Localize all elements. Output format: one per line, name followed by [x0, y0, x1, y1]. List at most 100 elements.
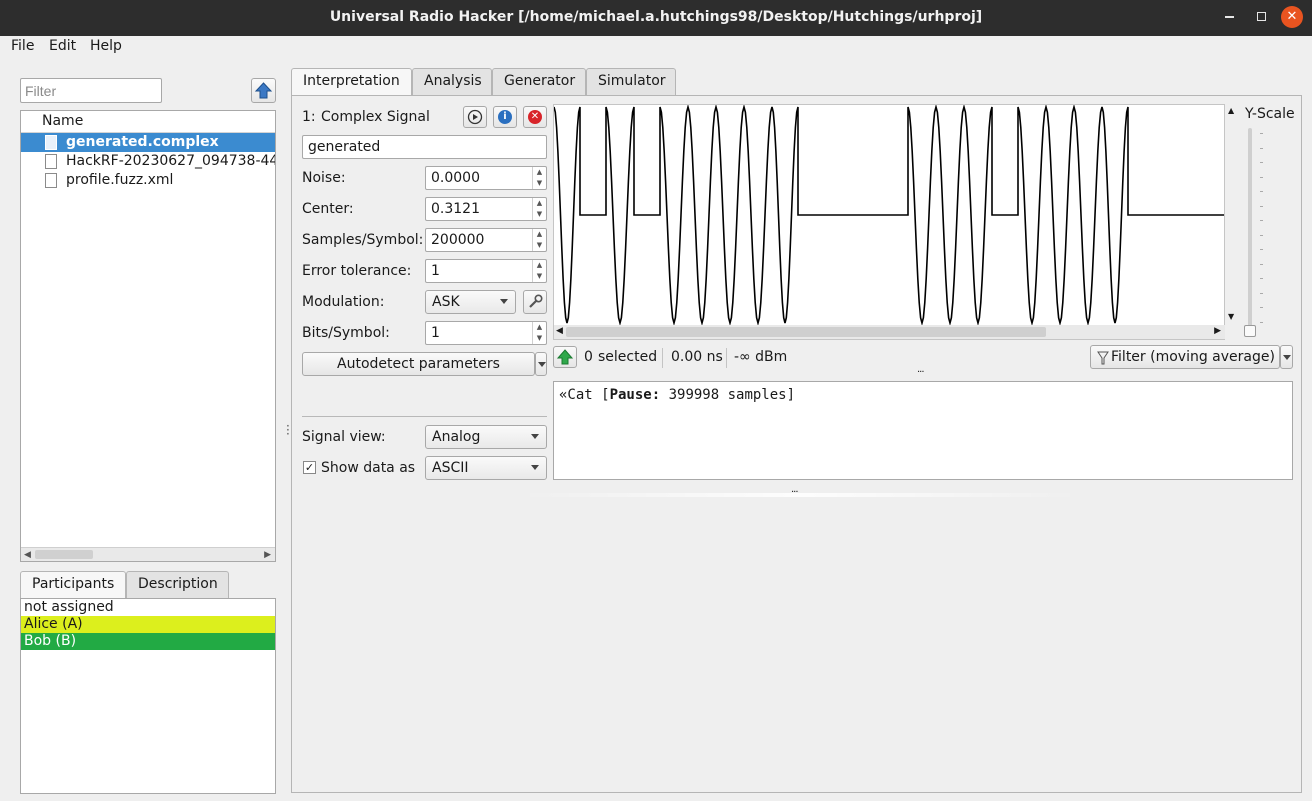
graph-vertical-scrollbar[interactable]: ▲ ▼	[1225, 104, 1239, 326]
chevron-down-icon	[531, 434, 539, 439]
tree-row-profile[interactable]: profile.fuzz.xml	[21, 171, 275, 190]
title-bar: Universal Radio Hacker [/home/michael.a.…	[0, 0, 1312, 36]
power-value: -∞ dBm	[734, 349, 788, 365]
decoded-suffix: 399998 samples]	[660, 387, 796, 403]
chevron-down-icon	[531, 465, 539, 470]
bits-spinbox[interactable]: 1 ▲ ▼	[425, 321, 547, 345]
file-icon	[45, 154, 57, 169]
show-data-value: ASCII	[432, 460, 469, 476]
center-spinbox[interactable]: 0.3121 ▲ ▼	[425, 197, 547, 221]
menu-file[interactable]: File	[11, 38, 34, 54]
graph-horizontal-scrollbar[interactable]: ◀ ▶	[554, 325, 1225, 339]
decoded-text-view[interactable]: «Cat [Pause: 399998 samples]	[553, 381, 1293, 480]
chevron-down-icon	[538, 362, 546, 367]
tree-row-hackrf[interactable]: HackRF-20230627_094738-441	[21, 152, 275, 171]
spin-arrows[interactable]: ▲ ▼	[532, 229, 546, 251]
decoded-prefix: «Cat [	[559, 387, 610, 403]
signal-name-field[interactable]: generated	[302, 135, 547, 159]
splitter-handle[interactable]: ···	[791, 487, 798, 498]
yscale-tick	[1260, 147, 1263, 149]
scroll-right-icon[interactable]: ▶	[1214, 326, 1221, 336]
tab-simulator[interactable]: Simulator	[586, 68, 676, 95]
file-icon	[45, 135, 57, 150]
funnel-icon	[1097, 351, 1109, 365]
close-button[interactable]: ✕	[1281, 6, 1303, 28]
scroll-thumb[interactable]	[35, 550, 93, 559]
tab-generator[interactable]: Generator	[492, 68, 586, 95]
spin-arrows[interactable]: ▲ ▼	[532, 167, 546, 189]
scroll-up-icon[interactable]: ▲	[1228, 106, 1234, 115]
sps-spinbox[interactable]: 200000 ▲ ▼	[425, 228, 547, 252]
bits-label: Bits/Symbol:	[302, 325, 390, 341]
chevron-down-icon	[1283, 355, 1291, 360]
signal-view-value: Analog	[432, 429, 481, 445]
tab-participants[interactable]: Participants	[20, 571, 126, 599]
splitter-handle[interactable]: ···	[286, 420, 290, 440]
tab-analysis[interactable]: Analysis	[412, 68, 492, 95]
play-button[interactable]	[463, 106, 487, 128]
center-value: 0.3121	[431, 201, 480, 217]
maximize-button[interactable]	[1250, 6, 1272, 28]
info-button[interactable]: i	[493, 106, 517, 128]
participant-alice[interactable]: Alice (A)	[21, 616, 275, 633]
noise-value: 0.0000	[431, 170, 480, 186]
tree-row-generated[interactable]: generated.complex	[21, 133, 275, 152]
participants-list: not assigned Alice (A) Bob (B)	[20, 598, 276, 794]
autodetect-menu-button[interactable]	[535, 352, 547, 376]
minimize-button[interactable]	[1218, 6, 1240, 28]
bits-value: 1	[431, 325, 440, 341]
tree-horizontal-scrollbar[interactable]: ◀ ▶	[21, 547, 275, 561]
autodetect-button[interactable]: Autodetect parameters	[302, 352, 535, 376]
decoded-bold: Pause:	[609, 387, 661, 403]
show-data-checkbox[interactable]: ✓	[303, 461, 316, 474]
file-icon	[45, 173, 57, 188]
tab-description[interactable]: Description	[126, 571, 229, 598]
scroll-left-icon[interactable]: ◀	[556, 326, 563, 336]
modulation-settings-button[interactable]	[523, 290, 547, 314]
close-signal-button[interactable]: ✕	[523, 106, 547, 128]
filter-button[interactable]: Filter (moving average)	[1090, 345, 1280, 369]
tolerance-spinbox[interactable]: 1 ▲ ▼	[425, 259, 547, 283]
filter-label: Filter (moving average)	[1111, 349, 1275, 365]
spin-arrows[interactable]: ▲ ▼	[532, 322, 546, 344]
yscale-tick	[1260, 176, 1263, 178]
participant-bob[interactable]: Bob (B)	[21, 633, 275, 650]
tree-header: Name	[21, 111, 275, 133]
yscale-tick	[1260, 133, 1263, 134]
tolerance-value: 1	[431, 263, 440, 279]
sps-value: 200000	[431, 232, 485, 248]
info-icon: i	[498, 110, 512, 124]
modulation-select[interactable]: ASK	[425, 290, 516, 314]
yscale-tick	[1260, 307, 1263, 308]
spin-arrows[interactable]: ▲ ▼	[532, 260, 546, 282]
minimize-icon	[1224, 16, 1234, 18]
splitter-bar[interactable]	[520, 493, 1080, 497]
signal-view-select[interactable]: Analog	[425, 425, 547, 449]
participant-not-assigned[interactable]: not assigned	[21, 599, 275, 616]
signal-trace	[554, 105, 1224, 327]
selected-count: 0	[584, 349, 593, 365]
splitter-handle[interactable]: ···	[917, 367, 924, 378]
scroll-right-icon[interactable]: ▶	[264, 548, 271, 561]
modulation-label: Modulation:	[302, 294, 385, 310]
yscale-tick	[1260, 191, 1263, 192]
yscale-tick	[1260, 249, 1263, 250]
scroll-thumb[interactable]	[566, 327, 1046, 337]
scroll-down-icon[interactable]: ▼	[1228, 312, 1234, 321]
filter-input[interactable]	[20, 78, 162, 103]
tab-interpretation[interactable]: Interpretation	[291, 68, 412, 96]
scroll-left-icon[interactable]: ◀	[24, 548, 31, 561]
menu-help[interactable]: Help	[90, 38, 122, 54]
yscale-handle[interactable]	[1244, 325, 1256, 337]
menu-edit[interactable]: Edit	[49, 38, 76, 54]
signal-view-label: Signal view:	[302, 429, 386, 445]
signal-graph[interactable]	[553, 104, 1225, 340]
spin-arrows[interactable]: ▲ ▼	[532, 198, 546, 220]
filter-menu-button[interactable]	[1280, 345, 1293, 369]
go-up-button[interactable]	[251, 78, 276, 103]
yscale-slider[interactable]	[1248, 128, 1252, 328]
show-selection-button[interactable]	[553, 346, 577, 368]
show-data-select[interactable]: ASCII	[425, 456, 547, 480]
yscale-tick	[1260, 162, 1263, 163]
noise-spinbox[interactable]: 0.0000 ▲ ▼	[425, 166, 547, 190]
